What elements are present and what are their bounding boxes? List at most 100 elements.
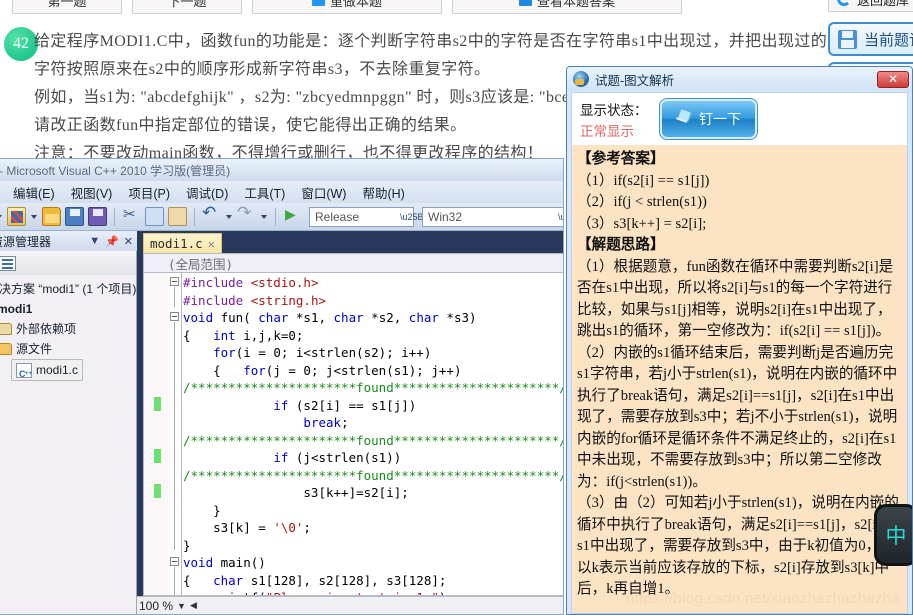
chevron-down-icon[interactable]: ▼	[177, 601, 186, 611]
dialog-content[interactable]: 【参考答案】 （1）if(s2[i] == s1[j]) （2）if(j < str…	[571, 145, 908, 614]
tree-node-file-modi1c-label: modi1.c	[36, 363, 79, 377]
solution-platform-combo[interactable]: Win32 \u25BC	[422, 206, 563, 227]
editor-zoom-level[interactable]: 100 %	[139, 599, 173, 613]
display-status-value: 正常显示	[580, 123, 634, 139]
start-debugging-icon[interactable]	[283, 206, 302, 226]
chevron-down-icon: \u25BC	[400, 211, 431, 222]
undo-icon[interactable]	[202, 203, 221, 226]
dialog-title-bar[interactable]: 试题-图文解析 ✕	[567, 67, 912, 91]
editor-scope-value: (全局范围)	[168, 256, 234, 272]
editor-scope-bar[interactable]: (全局范围)	[143, 253, 563, 273]
solution-tree: 解决方案 “modi1” (1 个项目) modi1 外部依赖项 源文件 ++ …	[0, 275, 136, 384]
code-line: /**********************found************…	[183, 467, 563, 483]
editor-tab-modi1c[interactable]: modi1.c ✕	[143, 233, 222, 253]
copy-icon[interactable]	[145, 207, 164, 226]
editor-fold-margin[interactable]	[168, 273, 182, 595]
tree-node-file-modi1c[interactable]: modi1.c	[0, 359, 136, 384]
fold-toggle-icon[interactable]	[170, 557, 179, 566]
globe-icon	[573, 71, 589, 87]
code-line: if (j<strlen(s1))	[273, 450, 402, 465]
code-line: s3[k++]=s2[i];	[183, 485, 409, 500]
code-line: #include <stdio.h>	[183, 275, 319, 290]
explanation-paragraph: （3）由（2）可知若j小于strlen(s1)，说明在内嵌的循环中执行了brea…	[577, 495, 899, 597]
vs-menu-tools[interactable]: 工具(T)	[244, 183, 285, 202]
explanation-dialog: 试题-图文解析 ✕ 显示状态： 正常显示 钉一下 【参考答案】 （1）if(s2[…	[566, 66, 913, 615]
code-text: #include <stdio.h> #include <string.h> voi…	[183, 273, 563, 595]
paste-icon[interactable]	[168, 207, 187, 226]
fold-toggle-icon[interactable]	[170, 312, 179, 321]
tree-node-project[interactable]: modi1	[0, 299, 136, 319]
quiz-tab-view-answer-label: 查看本题答案	[536, 0, 615, 9]
redo-icon[interactable]	[237, 203, 256, 226]
fold-toggle-icon[interactable]	[170, 277, 179, 286]
editor-area: modi1.c ✕ (全局范围) #include <stdio.h> #inc…	[137, 231, 563, 614]
solution-configuration-value: Release	[315, 209, 360, 224]
change-marker	[154, 397, 161, 411]
vs-menu-view[interactable]: 视图(V)	[71, 183, 113, 202]
explanation-paragraph: （2）内嵌的s1循环结束后，需要判断j是否遍历完s1字符串，若j小于strlen…	[577, 344, 898, 490]
solution-configuration-combo[interactable]: Release \u25BC	[309, 206, 431, 227]
blue-square-icon	[518, 0, 532, 6]
solution-platform-value: Win32	[428, 209, 463, 224]
tree-node-external-deps-label: 外部依赖项	[16, 322, 77, 336]
vs-menu-project[interactable]: 项目(P)	[128, 183, 170, 202]
code-editor[interactable]: #include <stdio.h> #include <string.h> voi…	[143, 273, 563, 596]
chevron-down-icon[interactable]	[0, 207, 3, 226]
vs-menu-window[interactable]: 窗口(W)	[301, 183, 346, 202]
code-line: #include <string.h>	[183, 292, 326, 308]
scroll-left-icon[interactable]: ◀	[190, 600, 197, 611]
vs-menu-help[interactable]: 帮助(H)	[362, 183, 404, 202]
vs-body: 资源管理器 ▼ 📌 ✕ 解决方案 “modi1” (1 个项目) modi1	[0, 231, 563, 614]
ring-icon	[837, 0, 851, 6]
return-to-bank-button[interactable]: 返回题库	[828, 0, 913, 12]
code-line: { char s1[128], s2[128], s3[128];	[183, 572, 447, 588]
code-line: /**********************found************…	[183, 380, 563, 395]
folder-icon	[0, 323, 12, 335]
solution-explorer-panel: 解决方案 “modi1” (1 个项目) modi1 外部依赖项 源文件 ++ …	[0, 251, 137, 614]
tree-node-external-deps[interactable]: 外部依赖项	[0, 319, 136, 339]
visual-studio-window: - Microsoft Visual C++ 2010 学习版(管理员) 编辑(…	[0, 158, 564, 615]
properties-icon[interactable]	[0, 255, 16, 271]
solution-explorer-header-tools: ▼ 📌 ✕	[89, 235, 137, 248]
tree-node-solution-label: 解决方案 “modi1” (1 个项目)	[0, 282, 137, 296]
change-marker	[154, 449, 161, 463]
folder-icon	[0, 343, 12, 355]
chevron-down-icon[interactable]	[260, 207, 268, 226]
vs-menu-debug[interactable]: 调试(D)	[186, 183, 228, 202]
tree-node-source-files[interactable]: 源文件	[0, 339, 136, 359]
open-file-icon[interactable]	[42, 207, 61, 226]
quiz-tab-view-answer[interactable]: 查看本题答案	[452, 0, 682, 14]
quiz-tab-redo-question[interactable]: 重做本题	[252, 0, 442, 14]
save-icon[interactable]	[65, 207, 84, 226]
explanation-paragraph: 【解题思路】	[577, 237, 665, 253]
tree-node-solution[interactable]: 解决方案 “modi1” (1 个项目)	[0, 279, 136, 299]
vs-menu-edit[interactable]: 编辑(E)	[13, 183, 55, 202]
solution-explorer-header: 资源管理器 ▼ 📌 ✕	[0, 231, 137, 251]
code-line: if (s2[i] == s1[j])	[273, 397, 417, 413]
pin-button-label: 钉一下	[699, 111, 741, 127]
solution-explorer-title: 资源管理器	[0, 234, 52, 249]
close-icon[interactable]: ✕	[208, 237, 215, 251]
pin-icon[interactable]: 📌	[105, 235, 119, 248]
vs-toolbar: Release \u25BC Win32 \u25BC	[0, 203, 563, 231]
pin-button[interactable]: 钉一下	[658, 98, 758, 140]
quiz-tab-first-question-label: 第一题	[47, 0, 87, 9]
ime-indicator[interactable]: 中	[874, 504, 912, 566]
return-to-bank-label: 返回题库	[857, 0, 910, 8]
quiz-tab-next-question[interactable]: 下一题	[132, 0, 242, 14]
quiz-tab-first-question[interactable]: 第一题	[12, 0, 122, 14]
close-button[interactable]: ✕	[877, 70, 909, 88]
blue-square-icon	[311, 0, 325, 6]
cut-icon[interactable]	[122, 205, 141, 226]
code-line: { int i,j,k=0;	[183, 327, 304, 343]
display-status-block: 显示状态： 正常显示	[580, 99, 648, 140]
question-number-badge: 42	[4, 27, 38, 61]
chevron-down-icon[interactable]	[225, 207, 233, 226]
new-project-icon[interactable]	[7, 207, 26, 226]
save-all-icon[interactable]	[88, 207, 107, 226]
chevron-down-icon[interactable]: ▼	[89, 235, 100, 247]
display-status-label: 显示状态：	[580, 102, 648, 118]
chevron-down-icon[interactable]	[30, 207, 38, 226]
explanation-text: 【参考答案】 （1）if(s2[i] == s1[j]) （2）if(j < str…	[572, 145, 907, 601]
close-icon[interactable]: ✕	[124, 235, 133, 248]
